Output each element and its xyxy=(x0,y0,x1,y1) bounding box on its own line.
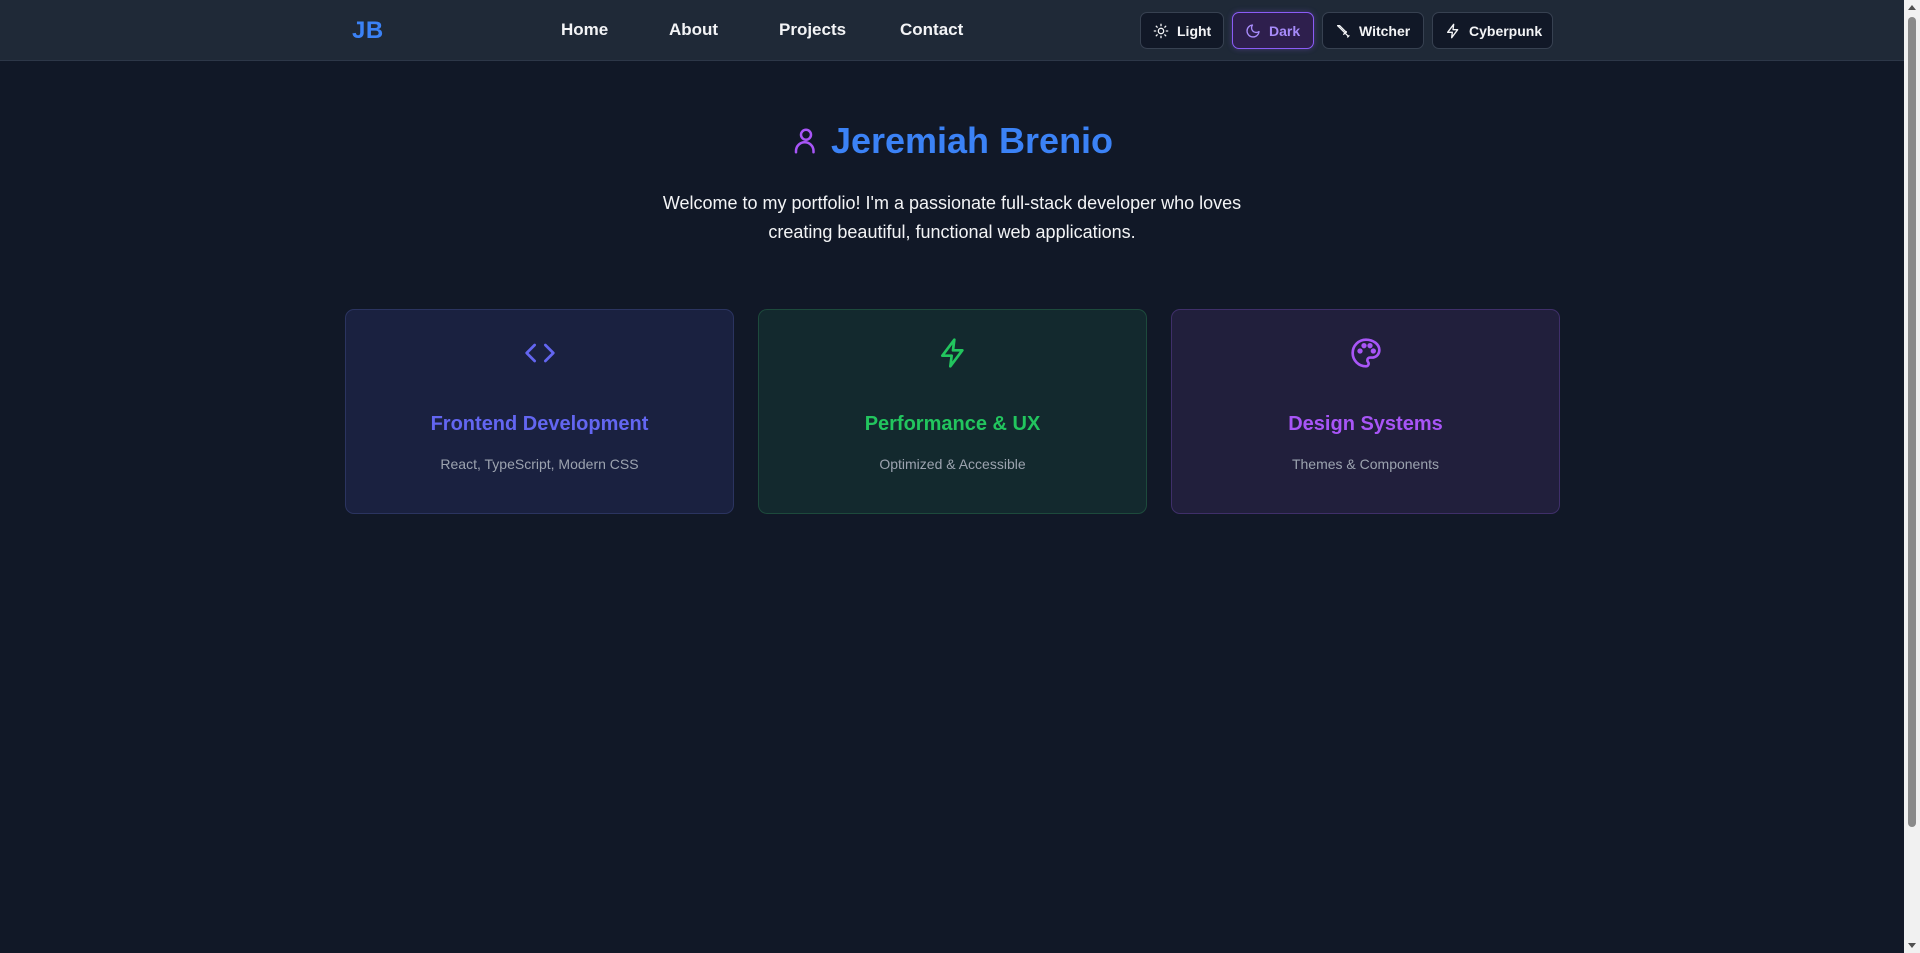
nav-link-home[interactable]: Home xyxy=(561,20,608,40)
feature-card-design: Design Systems Themes & Components xyxy=(1171,309,1560,514)
theme-witcher-label: Witcher xyxy=(1359,22,1411,39)
card-subtitle: Optimized & Accessible xyxy=(879,456,1026,472)
lightning-icon xyxy=(1447,23,1459,38)
card-subtitle: Themes & Components xyxy=(1291,456,1440,472)
navbar: JB Home About Projects Contact Light Dar… xyxy=(0,0,1904,61)
sword-icon xyxy=(1337,24,1350,38)
scroll-up-arrow-icon[interactable] xyxy=(1908,5,1916,10)
page: JB Home About Projects Contact Light Dar… xyxy=(0,0,1920,953)
hero-description: Welcome to my portfolio! I'm a passionat… xyxy=(662,193,1242,242)
moon-icon xyxy=(1246,23,1260,38)
theme-cyberpunk-button[interactable]: Cyberpunk xyxy=(1432,12,1553,49)
feature-card-performance: Performance & UX Optimized & Accessible xyxy=(758,309,1147,514)
lightning-icon xyxy=(940,338,964,368)
palette-icon xyxy=(1350,338,1381,368)
theme-light-label: Light xyxy=(1177,22,1212,39)
nav-link-contact[interactable]: Contact xyxy=(900,20,963,40)
logo[interactable]: JB xyxy=(352,17,384,45)
scrollbar-thumb[interactable] xyxy=(1908,17,1916,827)
theme-witcher-button[interactable]: Witcher xyxy=(1322,12,1424,49)
hero-title: Jeremiah Brenio xyxy=(0,120,1904,162)
sun-icon xyxy=(1153,23,1169,38)
theme-dark-label: Dark xyxy=(1269,22,1301,39)
card-title: Design Systems xyxy=(1288,413,1443,435)
scrollbar[interactable] xyxy=(1904,0,1920,953)
theme-cyberpunk-label: Cyberpunk xyxy=(1469,22,1543,39)
code-icon xyxy=(524,343,555,363)
nav-link-projects[interactable]: Projects xyxy=(779,20,846,40)
card-title: Performance & UX xyxy=(864,413,1041,435)
nav-link-about[interactable]: About xyxy=(669,20,718,40)
theme-light-button[interactable]: Light xyxy=(1140,12,1224,49)
feature-card-frontend: Frontend Development React, TypeScript, … xyxy=(345,309,734,514)
card-title: Frontend Development xyxy=(430,413,649,435)
theme-dark-button[interactable]: Dark xyxy=(1232,12,1314,49)
user-icon xyxy=(794,128,815,154)
page-title: Jeremiah Brenio xyxy=(830,120,1114,161)
card-subtitle: React, TypeScript, Modern CSS xyxy=(440,456,639,472)
scroll-down-arrow-icon[interactable] xyxy=(1908,943,1916,948)
